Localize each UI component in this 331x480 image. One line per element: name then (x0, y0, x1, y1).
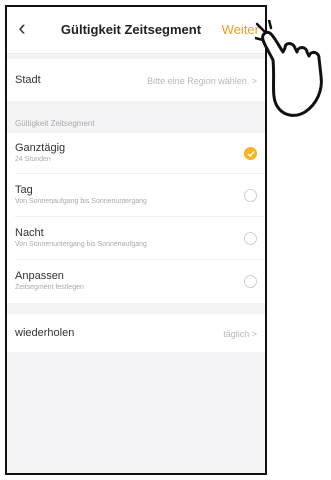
option-title: Ganztägig (15, 142, 66, 154)
next-button[interactable]: Weiter (222, 22, 259, 37)
option-subtitle: 24 Stunden (15, 156, 51, 163)
repeat-value: täglich > (223, 329, 257, 339)
option-subtitle: Von Sonnenuntergang bis Sonnenaufgang (15, 241, 147, 248)
option-anpassen[interactable]: Anpassen Zeitsegment festlegen (7, 260, 265, 302)
radio-icon[interactable] (244, 275, 257, 288)
option-title: Tag (15, 184, 33, 196)
option-title: Nacht (15, 227, 44, 239)
repeat-label: wiederholen (15, 327, 75, 339)
city-row[interactable]: Stadt Bitte eine Region wählen. > (7, 59, 265, 101)
radio-icon[interactable] (244, 232, 257, 245)
option-tag[interactable]: Tag Von Sonnenaufgang bis Sonnenuntergan… (7, 174, 265, 216)
section-header: Gültigkeit Zeitsegment (15, 119, 95, 128)
city-value: Bitte eine Region wählen. > (147, 76, 257, 86)
back-button[interactable]: ‹ (13, 17, 31, 39)
option-nacht[interactable]: Nacht Von Sonnenuntergang bis Sonnenaufg… (7, 217, 265, 259)
phone-frame: ‹ Gültigkeit Zeitsegment Weiter Stadt Bi… (5, 5, 267, 475)
options-list: Ganztägig 24 Stunden Tag Von Sonnenaufga… (7, 133, 265, 303)
option-subtitle: Von Sonnenaufgang bis Sonnenuntergang (15, 198, 147, 205)
option-subtitle: Zeitsegment festlegen (15, 284, 84, 291)
radio-icon[interactable] (244, 189, 257, 202)
chevron-left-icon: ‹ (18, 15, 26, 40)
nav-bar: ‹ Gültigkeit Zeitsegment Weiter (7, 7, 265, 54)
checkmark-icon[interactable] (244, 147, 257, 160)
pointing-hand-icon (255, 20, 323, 117)
repeat-row[interactable]: wiederholen täglich > (7, 314, 265, 352)
page-title: Gültigkeit Zeitsegment (60, 22, 202, 37)
city-label: Stadt (15, 74, 41, 86)
option-title: Anpassen (15, 270, 64, 282)
option-ganztaegig[interactable]: Ganztägig 24 Stunden (7, 133, 265, 173)
